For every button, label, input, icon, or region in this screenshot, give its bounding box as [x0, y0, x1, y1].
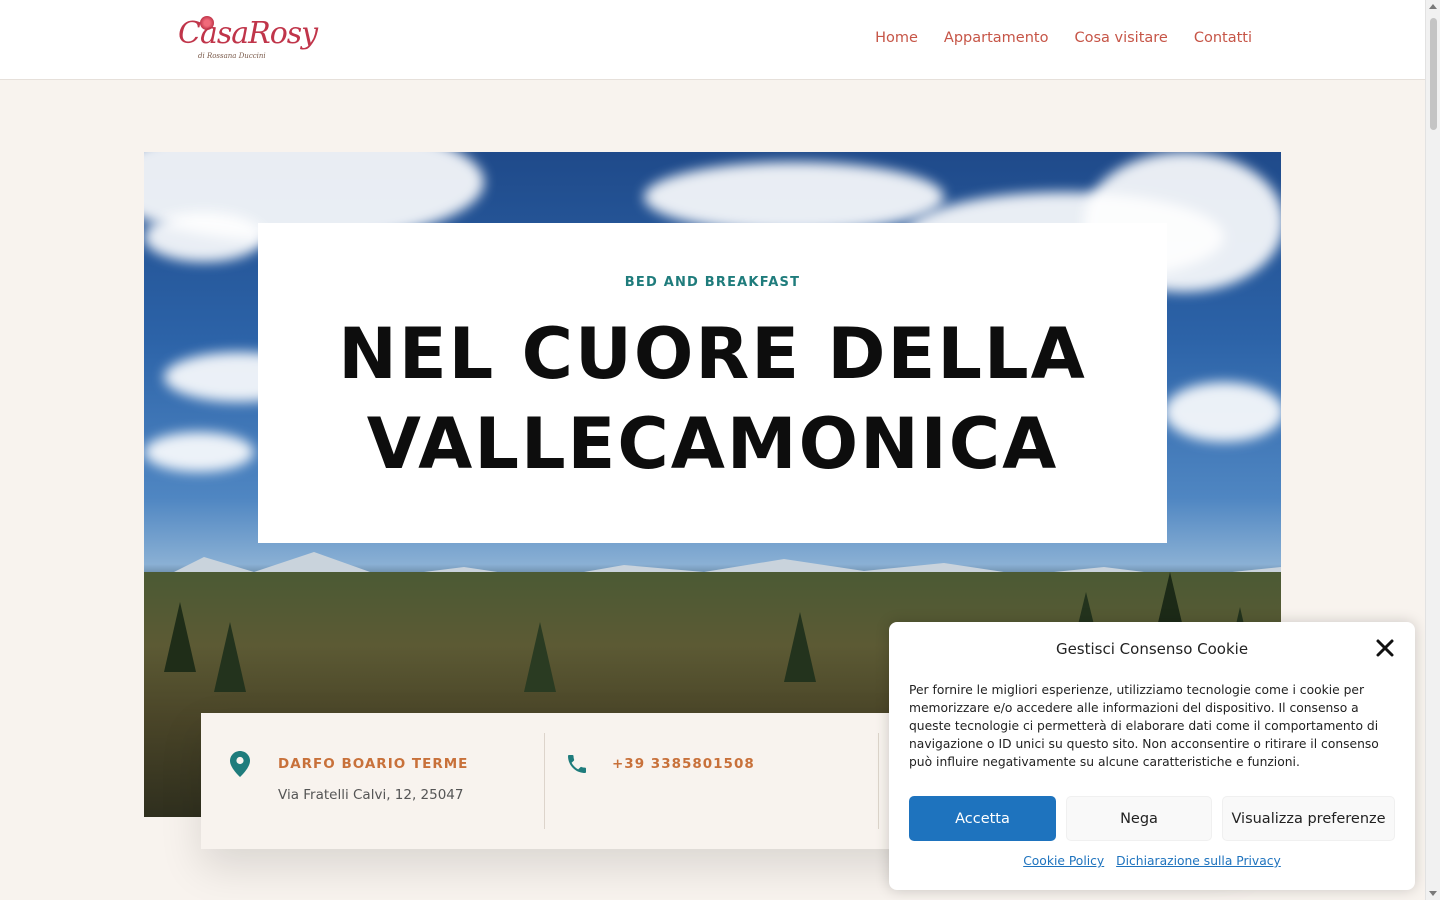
scrollbar-thumb[interactable] — [1430, 18, 1437, 130]
hero-card: BED AND BREAKFAST NEL CUORE DELLA VALLEC… — [258, 223, 1167, 543]
location-address: Via Fratelli Calvi, 12, 25047 — [278, 787, 464, 803]
scroll-up-arrow-icon[interactable] — [1429, 4, 1437, 9]
location-title: DARFO BOARIO TERME — [278, 756, 469, 772]
logo-subtitle: di Rossana Duccini — [198, 52, 266, 60]
accept-button[interactable]: Accetta — [909, 796, 1056, 841]
nav-contatti[interactable]: Contatti — [1194, 30, 1252, 46]
privacy-statement-link[interactable]: Dichiarazione sulla Privacy — [1116, 854, 1281, 868]
scroll-down-arrow-icon[interactable] — [1429, 891, 1437, 896]
phone-icon — [568, 755, 586, 773]
hero-eyebrow: BED AND BREAKFAST — [624, 275, 801, 290]
cookie-title: Gestisci Consenso Cookie — [1055, 640, 1249, 658]
hero-title-line2: VALLECAMONICA — [366, 403, 1059, 485]
page-scrollbar[interactable] — [1425, 0, 1440, 900]
close-icon[interactable] — [1375, 638, 1395, 658]
deny-button[interactable]: Nega — [1066, 796, 1212, 841]
hero-title: NEL CUORE DELLA VALLECAMONICA — [258, 309, 1167, 489]
nav-appartamento[interactable]: Appartamento — [944, 30, 1049, 46]
cookie-links: Cookie Policy Dichiarazione sulla Privac… — [889, 854, 1415, 868]
site-logo[interactable]: CasaRosy di Rossana Duccini — [178, 16, 318, 64]
cookie-policy-link[interactable]: Cookie Policy — [1023, 854, 1104, 868]
cookie-body-text: Per fornire le migliori esperienze, util… — [909, 683, 1379, 769]
logo-text: CasaRosy — [178, 16, 318, 51]
view-preferences-button[interactable]: Visualizza preferenze — [1222, 796, 1395, 841]
nav-home[interactable]: Home — [875, 30, 918, 46]
divider — [878, 733, 879, 829]
map-pin-icon — [230, 751, 250, 777]
site-header: CasaRosy di Rossana Duccini Home Apparta… — [0, 0, 1425, 80]
divider — [544, 733, 545, 829]
nav-cosa-visitare[interactable]: Cosa visitare — [1074, 30, 1167, 46]
hero-title-line1: NEL CUORE DELLA — [338, 313, 1087, 395]
phone-number[interactable]: +39 3385801508 — [612, 756, 755, 772]
main-nav: Home Appartamento Cosa visitare Contatti — [875, 30, 1252, 46]
cookie-consent-dialog: Gestisci Consenso Cookie Per fornire le … — [889, 622, 1415, 890]
